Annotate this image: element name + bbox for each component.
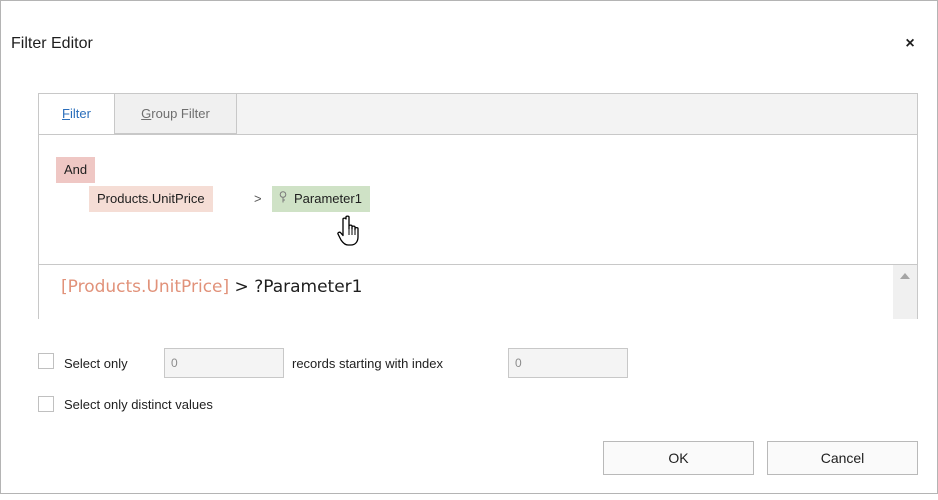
distinct-values-checkbox[interactable] — [38, 396, 54, 412]
start-index-input[interactable] — [508, 348, 628, 378]
condition-operator[interactable]: > — [254, 186, 262, 212]
condition-parameter-chip[interactable]: Parameter1 — [272, 186, 370, 212]
title-bar: Filter Editor × — [1, 1, 937, 89]
scroll-up-arrow-icon[interactable] — [900, 273, 910, 279]
select-only-count-input[interactable] — [164, 348, 284, 378]
distinct-row: Select only distinct values — [38, 394, 438, 416]
tab-filter-label: ilter — [70, 106, 91, 121]
records-starting-label: records starting with index — [292, 356, 444, 371]
filter-tree: And Products.UnitPrice > Parameter1 — [39, 134, 917, 265]
parameter-label: Parameter1 — [294, 191, 362, 206]
expression-scrollbar[interactable] — [893, 265, 917, 319]
cancel-button[interactable]: Cancel — [767, 441, 918, 475]
filter-editor-dialog: Filter Editor × Filter Group Filter And … — [0, 0, 938, 494]
tab-filter[interactable]: Filter — [39, 94, 115, 134]
filter-panel: Filter Group Filter And Products.UnitPri… — [38, 93, 918, 319]
tab-filter-accel: F — [62, 106, 70, 121]
expression-rest: > ?Parameter1 — [229, 277, 363, 297]
tab-group-filter-label: roup Filter — [151, 106, 210, 121]
tab-group-filter-accel: G — [141, 106, 152, 121]
parameter-key-icon — [278, 187, 290, 213]
distinct-values-label: Select only distinct values — [64, 397, 213, 412]
filter-expression-text: [Products.UnitPrice] > ?Parameter1 — [61, 277, 363, 297]
filter-expression-box[interactable]: [Products.UnitPrice] > ?Parameter1 — [39, 264, 917, 319]
select-only-label: Select only — [64, 356, 128, 371]
dialog-title: Filter Editor — [11, 35, 93, 52]
expression-field: [Products.UnitPrice] — [61, 277, 230, 297]
close-button[interactable]: × — [901, 35, 919, 53]
hand-cursor-icon — [337, 215, 359, 246]
condition-field-chip[interactable]: Products.UnitPrice — [89, 186, 213, 212]
group-operator-chip[interactable]: And — [56, 157, 96, 183]
ok-button[interactable]: OK — [603, 441, 754, 475]
select-only-row: Select only records starting with index — [38, 348, 638, 378]
tab-group-filter[interactable]: Group Filter — [115, 94, 237, 134]
select-only-checkbox[interactable] — [38, 353, 54, 369]
